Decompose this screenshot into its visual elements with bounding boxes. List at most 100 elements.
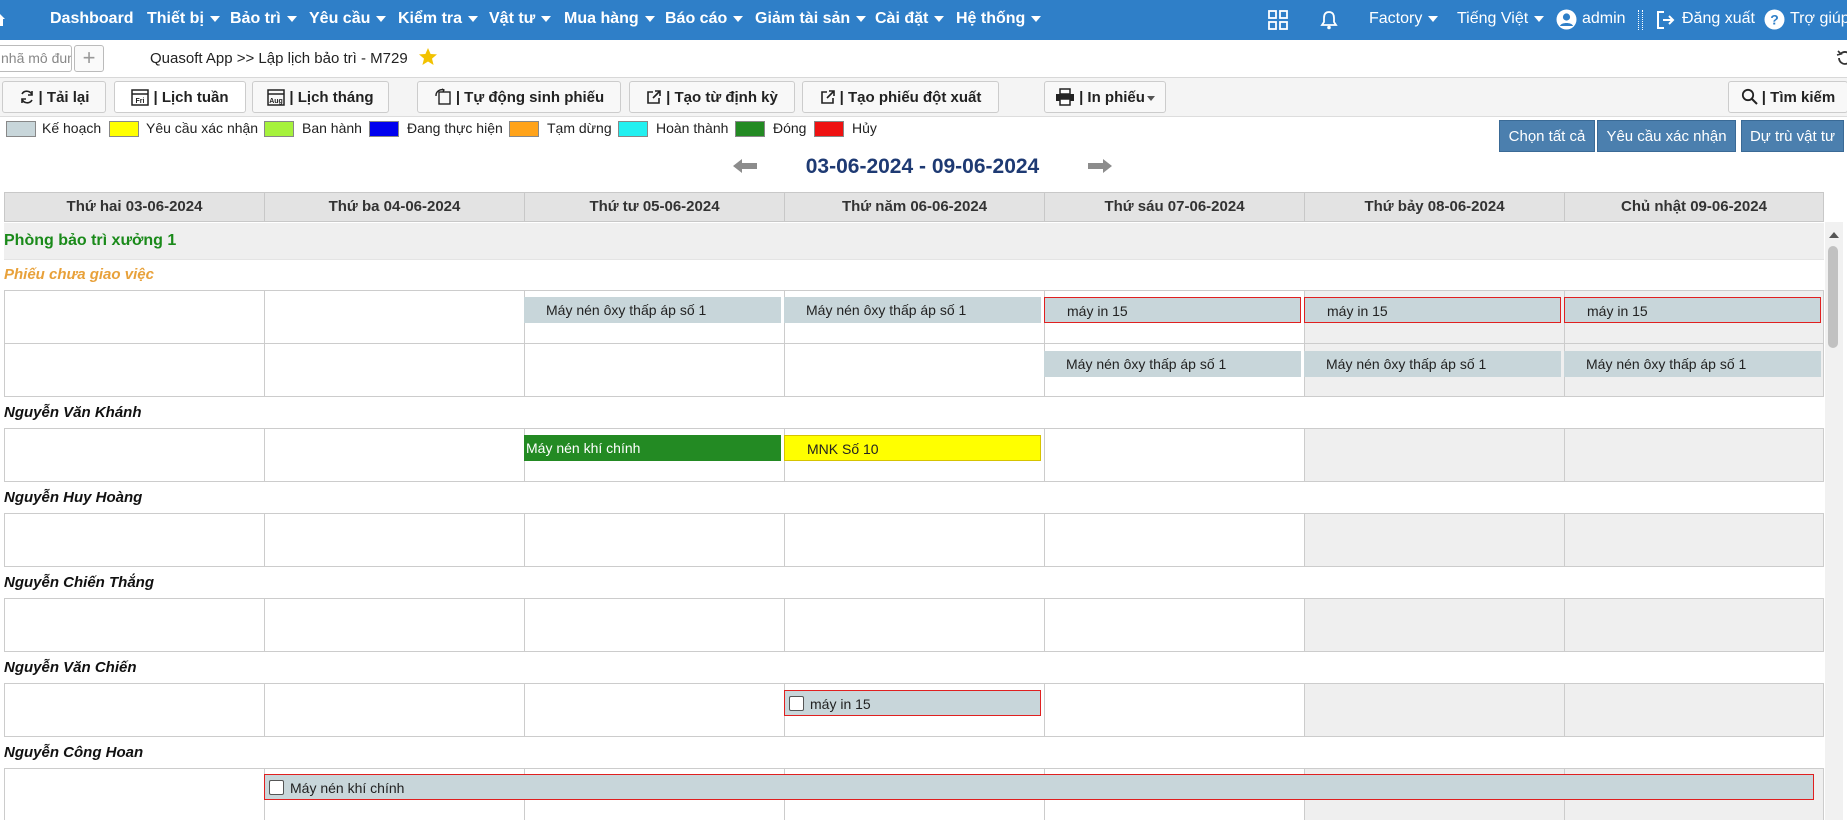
task-card[interactable]: Máy nén ôxy thấp áp số 1 [1304,351,1561,377]
factory-dropdown[interactable]: Factory [1369,0,1439,40]
day-cell[interactable] [264,428,524,482]
day-cell[interactable] [4,513,264,567]
module-search-input[interactable]: nhã mô đun [0,45,72,72]
task-card[interactable]: MNK Số 10 [784,435,1041,461]
create-from-periodic-button[interactable]: | Tạo từ định kỳ [629,81,795,113]
nav-bao-tri[interactable]: Bảo trì [230,0,297,40]
nav-he-thong[interactable]: Hệ thống [956,0,1042,40]
legend-label: Đóng [773,120,807,136]
print-dropdown-button[interactable]: | In phiếu [1044,81,1166,113]
day-cell[interactable] [1044,513,1304,567]
reserve-materials-button[interactable]: Dự trù vật tư [1741,120,1844,152]
task-card[interactable]: Máy nén khí chính [264,774,1814,800]
sub-toolbar: nhã mô đun + Quasoft App >> Lập lịch bảo… [0,40,1847,78]
schedule-row: Máy nén ôxy thấp áp số 1 Máy nén ôxy thấ… [4,290,1824,344]
day-cell[interactable] [784,343,1044,397]
task-card[interactable]: Máy nén khí chính [524,435,781,461]
day-cell[interactable] [1564,598,1824,652]
help-icon[interactable]: ? [1764,9,1785,30]
nav-yeu-cau[interactable]: Yêu cầu [309,0,387,40]
scrollbar-thumb[interactable] [1828,246,1838,348]
day-cell[interactable] [4,290,264,344]
week-view-button[interactable]: Fri | Lịch tuần [114,81,246,113]
logout-icon[interactable] [1656,10,1676,30]
apps-grid-icon[interactable] [1268,10,1288,30]
day-cell[interactable] [1304,513,1564,567]
task-checkbox[interactable] [789,696,804,712]
day-cell[interactable] [784,513,1044,567]
day-cell[interactable] [4,428,264,482]
nav-giam-tai-san[interactable]: Giảm tài sản [755,0,867,40]
task-card[interactable]: máy in 15 [1564,297,1821,323]
day-cell[interactable] [1304,428,1564,482]
day-cell[interactable] [4,768,264,820]
day-cell[interactable] [1304,683,1564,737]
create-adhoc-button[interactable]: | Tạo phiếu đột xuất [802,81,999,113]
nav-vat-tu[interactable]: Vật tư [489,0,552,40]
task-card[interactable]: máy in 15 [1304,297,1561,323]
vertical-scrollbar[interactable] [1825,222,1843,820]
nav-cai-dat[interactable]: Cài đặt [875,0,945,40]
day-cell[interactable] [1304,598,1564,652]
task-checkbox[interactable] [269,780,284,796]
task-card[interactable]: Máy nén ôxy thấp áp số 1 [524,297,781,323]
task-card[interactable]: Máy nén ôxy thấp áp số 1 [1564,351,1821,377]
task-card[interactable]: máy in 15 [784,690,1041,716]
history-icon[interactable] [1836,49,1847,67]
legend-swatch-paused [509,121,539,137]
day-cell[interactable] [524,598,784,652]
month-view-button[interactable]: Aug | Lịch tháng [252,81,389,113]
day-cell[interactable] [1564,513,1824,567]
user-avatar-icon[interactable] [1556,9,1577,30]
chevron-down-icon [856,15,867,22]
task-card[interactable]: máy in 15 [1044,297,1301,323]
arrow-right-icon[interactable] [1086,158,1114,174]
nav-mua-hang[interactable]: Mua hàng [564,0,655,40]
nav-kiem-tra[interactable]: Kiểm tra [398,0,479,40]
request-confirm-button[interactable]: Yêu cầu xác nhận [1597,120,1736,152]
legend-label: Kế hoạch [42,120,102,136]
calendar-month-text: Aug [270,98,284,105]
help-link[interactable]: Trợ giúp [1790,0,1847,40]
day-cell[interactable] [1044,683,1304,737]
day-cell[interactable] [264,598,524,652]
day-cell[interactable] [264,343,524,397]
day-cell[interactable] [264,290,524,344]
language-dropdown[interactable]: Tiếng Việt [1457,0,1545,40]
nav-dashboard[interactable]: Dashboard [50,0,134,40]
day-cell[interactable] [524,683,784,737]
chevron-down-icon [733,15,744,22]
day-cell[interactable] [4,343,264,397]
day-header-fri: Thứ sáu 07-06-2024 [1044,192,1304,222]
favorite-star-icon[interactable] [418,47,438,67]
day-cell[interactable] [1564,683,1824,737]
day-cell[interactable] [264,683,524,737]
bell-icon[interactable] [1320,10,1338,30]
home-icon[interactable] [0,12,6,28]
auto-generate-button[interactable]: | Tự động sinh phiếu [417,81,621,113]
day-cell[interactable] [1044,598,1304,652]
day-cell[interactable] [1044,428,1304,482]
day-cell[interactable] [784,598,1044,652]
add-icon[interactable]: + [74,45,104,72]
logout-link[interactable]: Đăng xuất [1682,0,1755,40]
day-cell[interactable] [4,683,264,737]
search-button[interactable]: | Tìm kiếm [1728,81,1847,113]
legend-label: Đang thực hiện [407,120,503,136]
day-cell[interactable] [1564,428,1824,482]
schedule-row [4,513,1824,567]
day-cell[interactable] [264,513,524,567]
user-name[interactable]: admin [1582,0,1626,40]
day-cell[interactable] [524,343,784,397]
day-cell[interactable] [524,513,784,567]
scroll-up-arrow-icon[interactable] [1829,232,1839,238]
top-navbar: Dashboard Thiết bị Bảo trì Yêu cầu Kiểm … [0,0,1847,40]
task-card[interactable]: Máy nén ôxy thấp áp số 1 [1044,351,1301,377]
search-icon [1741,88,1758,105]
select-all-button[interactable]: Chọn tất cả [1499,120,1595,152]
nav-bao-cao[interactable]: Báo cáo [665,0,744,40]
day-cell[interactable] [4,598,264,652]
task-card[interactable]: Máy nén ôxy thấp áp số 1 [784,297,1041,323]
nav-thiet-bi[interactable]: Thiết bị [147,0,220,40]
reload-button[interactable]: | Tải lại [2,81,106,113]
